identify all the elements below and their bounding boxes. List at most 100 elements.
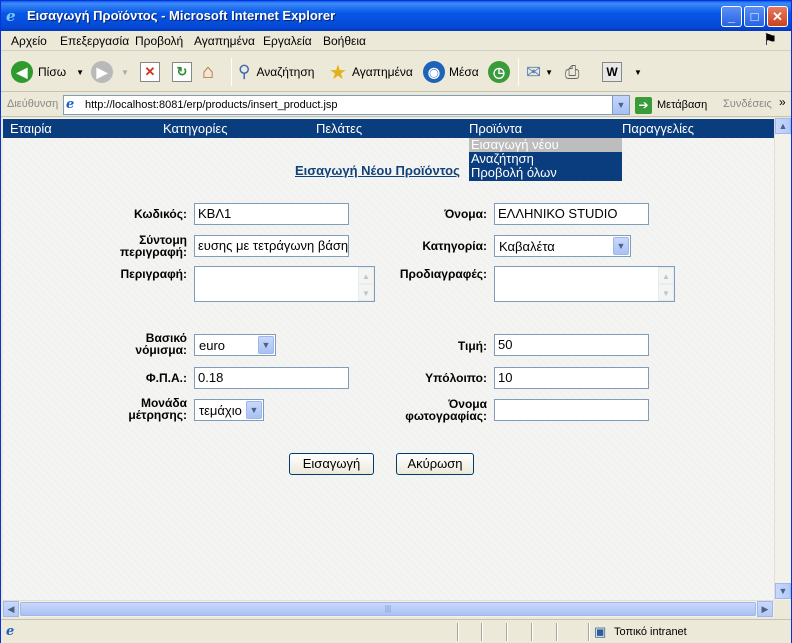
chevron-down-icon[interactable]: ▼ (258, 336, 274, 354)
submit-button[interactable]: Εισαγωγή (289, 453, 374, 475)
page-icon: e (66, 97, 75, 112)
media-globe-icon: ◉ (423, 61, 445, 83)
scroll-up-icon[interactable]: ▲ (358, 267, 374, 284)
photo-name-input[interactable] (494, 399, 649, 421)
windows-logo-icon: ⚑ (762, 32, 778, 49)
submenu-view-all[interactable]: Προβολή όλων (469, 166, 622, 180)
edit-word-button[interactable]: W ▼ (602, 60, 642, 84)
forward-dropdown-icon: ▼ (121, 67, 129, 77)
back-button[interactable]: ◀ Πίσω ▼ (11, 60, 84, 84)
code-label: Κωδικός: (134, 207, 187, 221)
menu-help[interactable]: Βοήθεια (323, 34, 366, 48)
specifications-textarea[interactable]: ▲ ▼ (494, 266, 675, 302)
horizontal-scroll-thumb[interactable]: ||| (20, 602, 756, 616)
address-input[interactable]: e http://localhost:8081/erp/products/ins… (63, 95, 630, 115)
unit-select[interactable]: τεμάχιο ▼ (194, 399, 264, 421)
go-button[interactable]: ➔ Μετάβαση (635, 96, 707, 114)
print-button[interactable]: ⎙ (565, 60, 579, 84)
minimize-button[interactable]: _ (721, 6, 742, 27)
category-label: Κατηγορία: (422, 239, 487, 253)
address-url[interactable]: http://localhost:8081/erp/products/inser… (85, 99, 338, 111)
stock-input[interactable]: 10 (494, 367, 649, 389)
scrollbar-corner (774, 600, 791, 617)
products-submenu: Εισαγωγή νέου Αναζήτηση Προβολή όλων (469, 138, 622, 181)
home-button[interactable]: ⌂ (202, 60, 214, 84)
chevron-down-icon[interactable]: ▼ (246, 401, 262, 419)
maximize-button[interactable]: □ (744, 6, 765, 27)
toolbar-separator (231, 58, 232, 86)
scroll-up-icon[interactable]: ▲ (775, 118, 791, 134)
code-input[interactable]: ΚΒΛ1 (194, 203, 349, 225)
short-description-label: Σύντομη περιγραφή: (103, 234, 187, 258)
title-bar: e Εισαγωγή Προϊόντος - Microsoft Interne… (1, 1, 791, 31)
photo-name-label-line2: φωτογραφίας: (405, 409, 487, 423)
ie-icon: e (6, 7, 16, 25)
menu-tools[interactable]: Εργαλεία (263, 34, 312, 48)
stop-button[interactable]: ✕ (140, 60, 160, 84)
specifications-label: Προδιαγραφές: (399, 267, 487, 281)
mail-button[interactable]: ✉ ▼ (526, 60, 553, 84)
address-dropdown-icon[interactable]: ▼ (612, 96, 629, 114)
vat-input[interactable]: 0.18 (194, 367, 349, 389)
go-arrow-icon: ➔ (635, 96, 652, 114)
scroll-up-icon[interactable]: ▲ (658, 267, 674, 284)
unit-selected-value: τεμάχιο (199, 403, 242, 418)
submenu-search[interactable]: Αναζήτηση (469, 152, 622, 166)
short-description-label-line2: περιγραφή: (119, 245, 187, 259)
menu-file[interactable]: Αρχείο (11, 34, 47, 48)
submenu-insert-new[interactable]: Εισαγωγή νέου (469, 138, 622, 152)
cancel-button[interactable]: Ακύρωση (396, 453, 474, 475)
category-selected-value: Καβαλέτα (499, 239, 555, 254)
scroll-down-icon[interactable]: ▼ (358, 284, 374, 301)
edit-dropdown-icon[interactable]: ▼ (634, 68, 642, 77)
chevron-right-icon[interactable]: » (779, 95, 786, 109)
history-icon: ◷ (488, 61, 510, 83)
name-input[interactable]: ΕΛΛΗΝΙΚΟ STUDIO (494, 203, 649, 225)
menu-view[interactable]: Προβολή (135, 34, 183, 48)
menu-edit[interactable]: Επεξεργασία (60, 34, 129, 48)
status-divider (531, 623, 533, 641)
close-button[interactable]: ✕ (767, 6, 788, 27)
scroll-down-icon[interactable]: ▼ (658, 284, 674, 301)
category-select[interactable]: Καβαλέτα ▼ (494, 235, 631, 257)
description-textarea[interactable]: ▲ ▼ (194, 266, 375, 302)
currency-select[interactable]: euro ▼ (194, 334, 276, 356)
toolbar: ◀ Πίσω ▼ ▶ ▼ ✕ ↻ ⌂ ⚲ Αναζήτηση ★ Αγαπημέ… (1, 52, 791, 92)
media-button[interactable]: ◉ Μέσα (423, 60, 479, 84)
menu-favorites[interactable]: Αγαπημένα (194, 34, 255, 48)
horizontal-scrollbar[interactable]: ◀ ||| ▶ (3, 600, 774, 617)
links-label[interactable]: Συνδέσεις (723, 98, 772, 110)
back-dropdown-icon[interactable]: ▼ (76, 68, 84, 77)
specifications-scrollbar[interactable]: ▲ ▼ (658, 267, 674, 301)
scroll-left-icon[interactable]: ◀ (3, 601, 19, 617)
short-description-input[interactable]: ευσης με τετράγωνη βάση (194, 235, 349, 257)
printer-icon: ⎙ (565, 61, 580, 82)
page-status-icon: e (6, 624, 15, 639)
unit-label-line2: μέτρησης: (128, 408, 187, 422)
description-scrollbar[interactable]: ▲ ▼ (358, 267, 374, 301)
favorites-button[interactable]: ★ Αγαπημένα (329, 60, 413, 84)
history-button[interactable]: ◷ (488, 60, 510, 84)
chevron-down-icon[interactable]: ▼ (613, 237, 629, 255)
nav-categories[interactable]: Κατηγορίες (163, 121, 227, 136)
search-label: Αναζήτηση (256, 65, 315, 79)
refresh-button[interactable]: ↻ (172, 60, 192, 84)
nav-company[interactable]: Εταιρία (10, 121, 52, 136)
search-button[interactable]: ⚲ Αναζήτηση (238, 60, 314, 84)
back-arrow-icon: ◀ (11, 61, 33, 83)
word-icon: W (602, 62, 622, 82)
mail-dropdown-icon[interactable]: ▼ (545, 68, 553, 77)
status-divider (457, 623, 459, 641)
nav-orders[interactable]: Παραγγελίες (622, 121, 694, 136)
vat-label: Φ.Π.Α.: (145, 371, 187, 385)
unit-label: Μονάδα μέτρησης: (103, 397, 187, 421)
forward-button[interactable]: ▶ ▼ (91, 60, 129, 84)
nav-customers[interactable]: Πελάτες (316, 121, 362, 136)
nav-products[interactable]: Προϊόντα (469, 121, 522, 136)
page-title[interactable]: Εισαγωγή Νέου Προϊόντος (295, 163, 470, 181)
price-input[interactable]: 50 (494, 334, 649, 356)
favorites-label: Αγαπημένα (351, 65, 413, 79)
scroll-right-icon[interactable]: ▶ (757, 601, 773, 617)
scroll-down-icon[interactable]: ▼ (775, 583, 791, 599)
vertical-scrollbar[interactable]: ▲ ▼ (774, 118, 791, 600)
